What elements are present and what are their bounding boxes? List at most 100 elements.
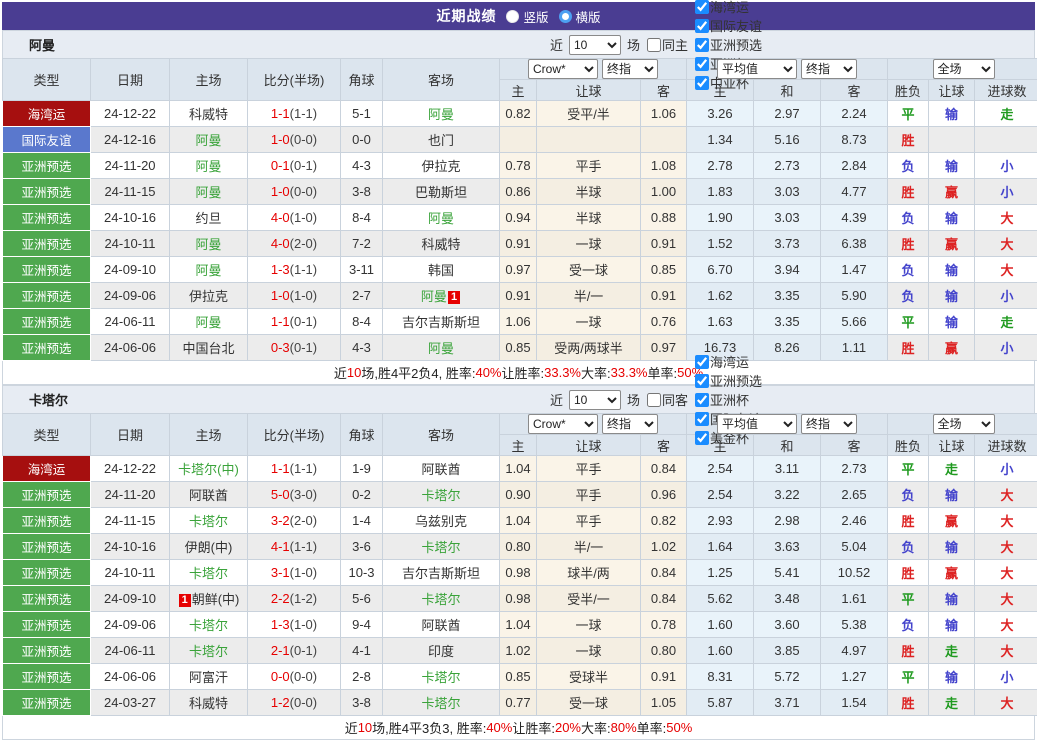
recent-count-select[interactable]: 10	[569, 390, 621, 410]
match-type-cell: 亚洲预选	[3, 586, 91, 612]
handicap-cell: 一球	[537, 612, 641, 638]
avg-away-cell: 4.39	[821, 205, 888, 231]
avg-home-cell: 1.52	[687, 231, 754, 257]
match-row: 亚洲预选24-11-20阿曼0-1(0-1)4-3伊拉克0.78平手1.082.…	[3, 153, 1037, 179]
competition-option: 海湾运	[691, 0, 762, 16]
goals-result-cell: 走	[975, 309, 1037, 335]
handicap-cell: 平手	[537, 508, 641, 534]
handicap-cell: 受半/一	[537, 586, 641, 612]
avg-home-cell: 2.93	[687, 508, 754, 534]
odds-away-cell: 0.76	[641, 309, 687, 335]
avg-away-cell: 2.84	[821, 153, 888, 179]
odds-away-cell: 0.96	[641, 482, 687, 508]
odds-stage-select[interactable]: 终指	[602, 59, 658, 79]
header-group-cell: 全场	[888, 414, 1037, 435]
corner-cell: 3-8	[341, 179, 383, 205]
team-name: 卡塔尔	[29, 390, 68, 409]
handicap-cell	[537, 127, 641, 153]
avg-source-select[interactable]: 平均值	[717, 59, 797, 79]
table-head: 类型日期主场比分(半场)角球客场Crow*终指平均值终指全场主让球客主和客胜负让…	[3, 59, 1037, 101]
home-team-cell: 阿曼	[170, 153, 248, 179]
avg-draw-cell: 3.35	[754, 283, 821, 309]
avg-away-cell: 1.61	[821, 586, 888, 612]
header-group-cell: Crow*终指	[500, 414, 687, 435]
avg-draw-cell: 2.97	[754, 101, 821, 127]
corner-cell: 8-4	[341, 205, 383, 231]
away-team-cell: 阿联酋	[383, 456, 500, 482]
avg-draw-cell: 3.35	[754, 309, 821, 335]
column-header: 角球	[341, 414, 383, 456]
match-row: 亚洲预选24-06-11卡塔尔2-1(0-1)4-1印度1.02一球0.801.…	[3, 638, 1037, 664]
odds-stage-select[interactable]: 终指	[602, 414, 658, 434]
match-type-cell: 海湾运	[3, 101, 91, 127]
handicap-result-cell: 赢	[929, 231, 975, 257]
avg-stage-select[interactable]: 终指	[801, 414, 857, 434]
games-label: 场	[627, 35, 640, 54]
handicap-cell: 半球	[537, 205, 641, 231]
avg-away-cell: 2.24	[821, 101, 888, 127]
scope-select[interactable]: 全场	[933, 59, 995, 79]
header-group-cell: 平均值终指	[687, 414, 888, 435]
red-card-badge: 1	[448, 291, 460, 304]
odds-home-cell: 0.94	[500, 205, 537, 231]
match-type-cell: 海湾运	[3, 456, 91, 482]
avg-away-cell: 6.38	[821, 231, 888, 257]
corner-cell: 5-6	[341, 586, 383, 612]
competition-checkbox[interactable]	[695, 38, 709, 52]
odds-source-select[interactable]: Crow*	[528, 414, 598, 434]
avg-home-cell: 1.63	[687, 309, 754, 335]
competition-checkbox[interactable]	[695, 57, 709, 71]
competition-checkbox[interactable]	[695, 19, 709, 33]
competition-option: 国际友谊	[691, 16, 762, 35]
home-team-cell: 伊拉克	[170, 283, 248, 309]
avg-home-cell: 6.70	[687, 257, 754, 283]
handicap-result-cell: 走	[929, 690, 975, 716]
result-cell: 胜	[888, 508, 929, 534]
competition-checkbox[interactable]	[695, 431, 709, 445]
summary-row: 近10场,胜4平3负3, 胜率:40% 让胜率:20% 大率:80% 单率:50…	[2, 716, 1035, 740]
handicap-cell: 平手	[537, 456, 641, 482]
goals-result-cell: 小	[975, 179, 1037, 205]
away-team-cell: 吉尔吉斯斯坦	[383, 560, 500, 586]
table-head: 类型日期主场比分(半场)角球客场Crow*终指平均值终指全场主让球客主和客胜负让…	[3, 414, 1037, 456]
date-cell: 24-11-20	[91, 482, 170, 508]
away-team-cell: 也门	[383, 127, 500, 153]
avg-home-cell: 1.60	[687, 612, 754, 638]
same-venue-checkbox[interactable]	[647, 393, 661, 407]
match-type-cell: 亚洲预选	[3, 309, 91, 335]
score-cell: 5-0(3-0)	[248, 482, 341, 508]
odds-away-cell: 1.02	[641, 534, 687, 560]
competition-checkbox[interactable]	[695, 355, 709, 369]
result-cell: 平	[888, 101, 929, 127]
competition-checkbox[interactable]	[695, 412, 709, 426]
home-team-cell: 阿富汗	[170, 664, 248, 690]
odds-source-select[interactable]: Crow*	[528, 59, 598, 79]
away-team-cell: 卡塔尔	[383, 664, 500, 690]
match-type-cell: 亚洲预选	[3, 612, 91, 638]
radio-vertical-label[interactable]: 竖版	[523, 7, 548, 26]
recent-count-select[interactable]: 10	[569, 35, 621, 55]
scope-select[interactable]: 全场	[933, 414, 995, 434]
odds-home-cell: 1.04	[500, 456, 537, 482]
avg-stage-select[interactable]: 终指	[801, 59, 857, 79]
same-venue-checkbox[interactable]	[647, 38, 661, 52]
avg-home-cell: 1.62	[687, 283, 754, 309]
competition-option: 亚洲预选	[691, 35, 762, 54]
result-cell: 胜	[888, 127, 929, 153]
goals-result-cell: 小	[975, 664, 1037, 690]
handicap-result-cell: 输	[929, 586, 975, 612]
avg-source-select[interactable]: 平均值	[717, 414, 797, 434]
avg-home-cell: 1.90	[687, 205, 754, 231]
competition-checkbox[interactable]	[695, 0, 709, 14]
match-row: 亚洲预选24-09-06伊拉克1-0(1-0)2-7阿曼10.91半/一0.91…	[3, 283, 1037, 309]
score-cell: 4-0(1-0)	[248, 205, 341, 231]
competition-checkbox[interactable]	[695, 374, 709, 388]
competition-checkbox[interactable]	[695, 76, 709, 90]
radio-vertical-icon[interactable]	[506, 10, 519, 23]
avg-away-cell: 2.65	[821, 482, 888, 508]
sub-column-header: 客	[821, 80, 888, 101]
goals-result-cell: 大	[975, 534, 1037, 560]
match-row: 亚洲预选24-11-20阿联酋5-0(3-0)0-2卡塔尔0.90平手0.962…	[3, 482, 1037, 508]
competition-checkbox[interactable]	[695, 393, 709, 407]
result-cell: 负	[888, 482, 929, 508]
